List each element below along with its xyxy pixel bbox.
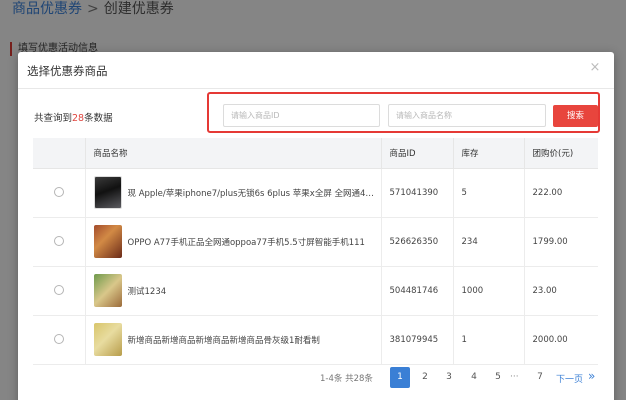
product-cell: 新增商品新增商品新增商品新增商品骨灰级1耐看制: [85, 315, 382, 365]
table-header-row: 商品名称 商品ID 库存 团购价(元): [33, 138, 598, 169]
result-count: 共查询到28条数据: [34, 110, 113, 124]
pagination: 1-4条 共28条 1 2 3 4 5 ··· 7 下一页 »: [18, 366, 614, 390]
dialog-header: 选择优惠券商品 ×: [18, 52, 614, 89]
page-7-button[interactable]: 7: [530, 367, 550, 388]
product-stock: 234: [453, 217, 525, 267]
header-select: [33, 138, 86, 169]
product-stock: 1: [453, 315, 525, 365]
product-price: 2000.00: [524, 315, 598, 365]
product-price: 23.00: [524, 266, 598, 316]
row-radio[interactable]: [53, 187, 64, 198]
product-thumbnail: [93, 225, 122, 258]
table-row[interactable]: 新增商品新增商品新增商品新增商品骨灰级1耐看制 381079945 1 2000…: [33, 315, 598, 365]
product-cell: OPPO A77手机正品全网通oppoa77手机5.5寸屏智能手机111: [85, 217, 382, 267]
page-4-button[interactable]: 4: [464, 367, 484, 388]
product-name: 新增商品新增商品新增商品新增商品骨灰级1耐看制: [127, 335, 320, 346]
result-count-value: 28: [72, 113, 85, 124]
product-name: 测试1234: [127, 286, 167, 297]
result-count-prefix: 共查询到: [34, 113, 73, 124]
row-radio[interactable]: [53, 236, 64, 247]
select-product-dialog: 选择优惠券商品 × 共查询到28条数据 搜索 商品名称 商品ID 库存 团购价(…: [18, 52, 614, 400]
row-select-cell: [33, 168, 86, 218]
search-button[interactable]: 搜索: [553, 105, 598, 127]
row-select-cell: [33, 315, 86, 365]
product-cell: 现 Apple/苹果iphone7/plus无锁6s 6plus 苹果x全屏 全…: [85, 168, 382, 218]
product-stock: 1000: [453, 266, 525, 316]
row-select-cell: [33, 266, 86, 316]
product-stock: 5: [453, 168, 525, 218]
search-area: 搜索: [207, 92, 600, 133]
product-name: OPPO A77手机正品全网通oppoa77手机5.5寸屏智能手机111: [127, 237, 365, 248]
pagination-ellipsis: ···: [510, 372, 519, 382]
page-3-button[interactable]: 3: [439, 367, 459, 388]
next-page-link[interactable]: 下一页: [556, 372, 583, 385]
table-row[interactable]: 测试1234 504481746 1000 23.00: [33, 266, 598, 316]
product-id: 526626350: [381, 217, 454, 267]
product-name: 现 Apple/苹果iphone7/plus无锁6s 6plus 苹果x全屏 全…: [127, 188, 374, 199]
row-select-cell: [33, 217, 86, 267]
table-row[interactable]: OPPO A77手机正品全网通oppoa77手机5.5寸屏智能手机111 526…: [33, 217, 598, 267]
page-1-button[interactable]: 1: [390, 367, 410, 388]
next-page-icon[interactable]: »: [588, 369, 595, 383]
page-5-button[interactable]: 5: [488, 367, 508, 388]
product-id-input[interactable]: [223, 104, 380, 127]
header-stock: 库存: [453, 138, 525, 169]
product-thumbnail: [93, 176, 122, 209]
pagination-info: 1-4条 共28条: [320, 374, 373, 384]
product-name-input[interactable]: [388, 104, 546, 127]
result-count-suffix: 条数据: [84, 113, 113, 124]
page-2-button[interactable]: 2: [415, 367, 435, 388]
row-radio[interactable]: [53, 285, 64, 296]
header-group-price: 团购价(元): [524, 138, 598, 169]
product-price: 222.00: [524, 168, 598, 218]
dialog-title: 选择优惠券商品: [27, 64, 108, 78]
product-id: 504481746: [381, 266, 454, 316]
product-price: 1799.00: [524, 217, 598, 267]
close-icon[interactable]: ×: [588, 61, 602, 75]
header-product-name: 商品名称: [85, 138, 382, 169]
table-row[interactable]: 现 Apple/苹果iphone7/plus无锁6s 6plus 苹果x全屏 全…: [33, 168, 598, 218]
row-radio[interactable]: [53, 334, 64, 345]
product-thumbnail: [93, 323, 122, 356]
product-id: 571041390: [381, 168, 454, 218]
product-thumbnail: [93, 274, 122, 307]
product-cell: 测试1234: [85, 266, 382, 316]
product-id: 381079945: [381, 315, 454, 365]
header-product-id: 商品ID: [381, 138, 454, 169]
product-table: 商品名称 商品ID 库存 团购价(元) 现 Apple/苹果iphone7/pl…: [33, 138, 598, 365]
